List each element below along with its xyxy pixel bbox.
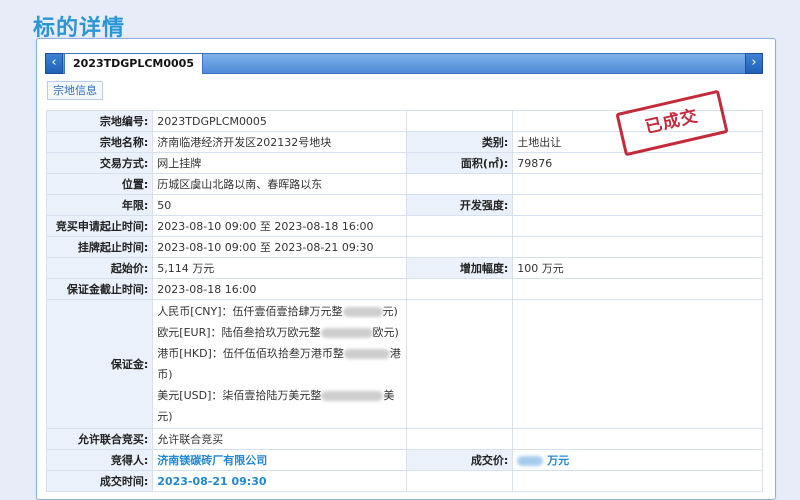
parcel-name-value: 济南临港经济开发区202132号地块	[152, 131, 407, 153]
intensity-label: 开发强度:	[405, 194, 514, 216]
listing-period-label: 挂牌起止时间:	[45, 236, 154, 258]
deposit-line-eur: 欧元[EUR]：陆佰叁拾玖万欧元整 欧元)	[157, 322, 402, 343]
empty-cell	[512, 215, 763, 237]
deposit-deadline-label: 保证金截止时间:	[45, 278, 154, 300]
tab-bar: ‹ 2023TDGPLCM0005 ›	[45, 53, 763, 74]
joint-bid-label: 允许联合竞买:	[45, 428, 154, 450]
deposit-hkd-tail: 港	[389, 347, 401, 360]
trade-mode-label: 交易方式:	[45, 152, 154, 174]
table-row: 挂牌起止时间: 2023-08-10 09:00 至 2023-08-21 09…	[45, 236, 763, 258]
deposit-cny-text: 人民币[CNY]：伍仟壹佰壹拾肆万元整	[157, 305, 343, 318]
table-row: 竞买申请起止时间: 2023-08-10 09:00 至 2023-08-18 …	[45, 215, 763, 237]
trade-mode-value: 网上挂牌	[152, 152, 407, 174]
empty-cell	[512, 173, 763, 195]
table-row: 位置: 历城区虞山北路以南、春晖路以东	[45, 173, 763, 195]
deposit-line-hkd-cont: 币)	[157, 364, 402, 385]
empty-cell	[405, 299, 514, 429]
subtab-parcel-info[interactable]: 宗地信息	[47, 81, 103, 100]
intensity-value	[512, 194, 763, 216]
start-price-value: 5,114 万元	[152, 257, 407, 279]
table-row: 成交时间: 2023-08-21 09:30	[45, 470, 763, 492]
location-value: 历城区虞山北路以南、春晖路以东	[152, 173, 407, 195]
redacted-blur	[320, 328, 373, 338]
empty-cell	[405, 110, 514, 132]
redacted-blur	[517, 456, 544, 466]
empty-cell	[512, 236, 763, 258]
empty-cell	[405, 236, 514, 258]
increment-value: 100 万元	[512, 257, 763, 279]
deposit-cny-tail: 元)	[382, 305, 398, 318]
listing-period-value: 2023-08-10 09:00 至 2023-08-21 09:30	[152, 236, 407, 258]
category-label: 类别:	[405, 131, 514, 153]
parcel-name-label: 宗地名称:	[45, 131, 154, 153]
area-label: 面积(㎡):	[405, 152, 514, 174]
tab-next-icon[interactable]: ›	[745, 53, 763, 74]
empty-cell	[512, 278, 763, 300]
empty-cell	[405, 428, 514, 450]
start-price-label: 起始价:	[45, 257, 154, 279]
tab-parcel-code[interactable]: 2023TDGPLCM0005	[64, 53, 203, 74]
tab-prev-icon[interactable]: ‹	[45, 53, 63, 74]
joint-bid-value: 允许联合竞买	[152, 428, 407, 450]
empty-cell	[405, 278, 514, 300]
table-row: 起始价: 5,114 万元 增加幅度: 100 万元	[45, 257, 763, 279]
redacted-blur	[342, 307, 383, 317]
parcel-no-value: 2023TDGPLCM0005	[152, 110, 407, 132]
deal-time-value: 2023-08-21 09:30	[152, 470, 407, 492]
deposit-eur-text: 欧元[EUR]：陆佰叁拾玖万欧元整	[157, 326, 321, 339]
empty-cell	[405, 173, 514, 195]
deal-time-label: 成交时间:	[45, 470, 154, 492]
increment-label: 增加幅度:	[405, 257, 514, 279]
deposit-line-usd: 美元[USD]：柒佰壹拾陆万美元整 美元)	[157, 385, 402, 427]
deal-price-value: 万元	[512, 449, 763, 471]
empty-cell	[405, 215, 514, 237]
detail-panel: ‹ 2023TDGPLCM0005 › 宗地信息 宗地编号: 2023TDGPL…	[36, 38, 776, 500]
redacted-blur	[321, 391, 384, 401]
deal-price-label: 成交价:	[405, 449, 514, 471]
apply-period-value: 2023-08-10 09:00 至 2023-08-18 16:00	[152, 215, 407, 237]
table-row: 保证金: 人民币[CNY]：伍仟壹佰壹拾肆万元整 元) 欧元[EUR]：陆佰叁拾玖…	[45, 299, 763, 429]
table-row: 交易方式: 网上挂牌 面积(㎡): 79876	[45, 152, 763, 174]
table-row: 保证金截止时间: 2023-08-18 16:00	[45, 278, 763, 300]
deposit-line-cny: 人民币[CNY]：伍仟壹佰壹拾肆万元整 元)	[157, 301, 402, 322]
location-label: 位置:	[45, 173, 154, 195]
deposit-value: 人民币[CNY]：伍仟壹佰壹拾肆万元整 元) 欧元[EUR]：陆佰叁拾玖万欧元整欧…	[152, 299, 407, 429]
term-value: 50	[152, 194, 407, 216]
deposit-hkd-text: 港币[HKD]：伍仟伍佰玖拾叁万港币整	[157, 347, 344, 360]
empty-cell	[512, 470, 763, 492]
empty-cell	[512, 299, 763, 429]
deposit-deadline-value: 2023-08-18 16:00	[152, 278, 407, 300]
empty-cell	[405, 470, 514, 492]
deposit-hkd-tail2: 币)	[157, 368, 173, 381]
deal-price-unit: 万元	[547, 454, 570, 467]
term-label: 年限:	[45, 194, 154, 216]
empty-cell	[512, 428, 763, 450]
deposit-usd-text: 美元[USD]：柒佰壹拾陆万美元整	[157, 389, 322, 402]
winner-label: 竞得人:	[45, 449, 154, 471]
deposit-eur-tail: 欧元)	[372, 326, 399, 339]
table-row: 年限: 50 开发强度:	[45, 194, 763, 216]
parcel-no-label: 宗地编号:	[45, 110, 154, 132]
table-row: 竞得人: 济南镁碳砖厂有限公司 成交价: 万元	[45, 449, 763, 471]
redacted-blur	[343, 349, 390, 359]
detail-table: 宗地编号: 2023TDGPLCM0005 宗地名称: 济南临港经济开发区202…	[45, 110, 763, 492]
area-value: 79876	[512, 152, 763, 174]
apply-period-label: 竞买申请起止时间:	[45, 215, 154, 237]
deposit-line-hkd: 港币[HKD]：伍仟伍佰玖拾叁万港币整 港	[157, 343, 402, 364]
deposit-label: 保证金:	[45, 299, 154, 429]
winner-value: 济南镁碳砖厂有限公司	[152, 449, 407, 471]
table-row: 允许联合竞买: 允许联合竞买	[45, 428, 763, 450]
